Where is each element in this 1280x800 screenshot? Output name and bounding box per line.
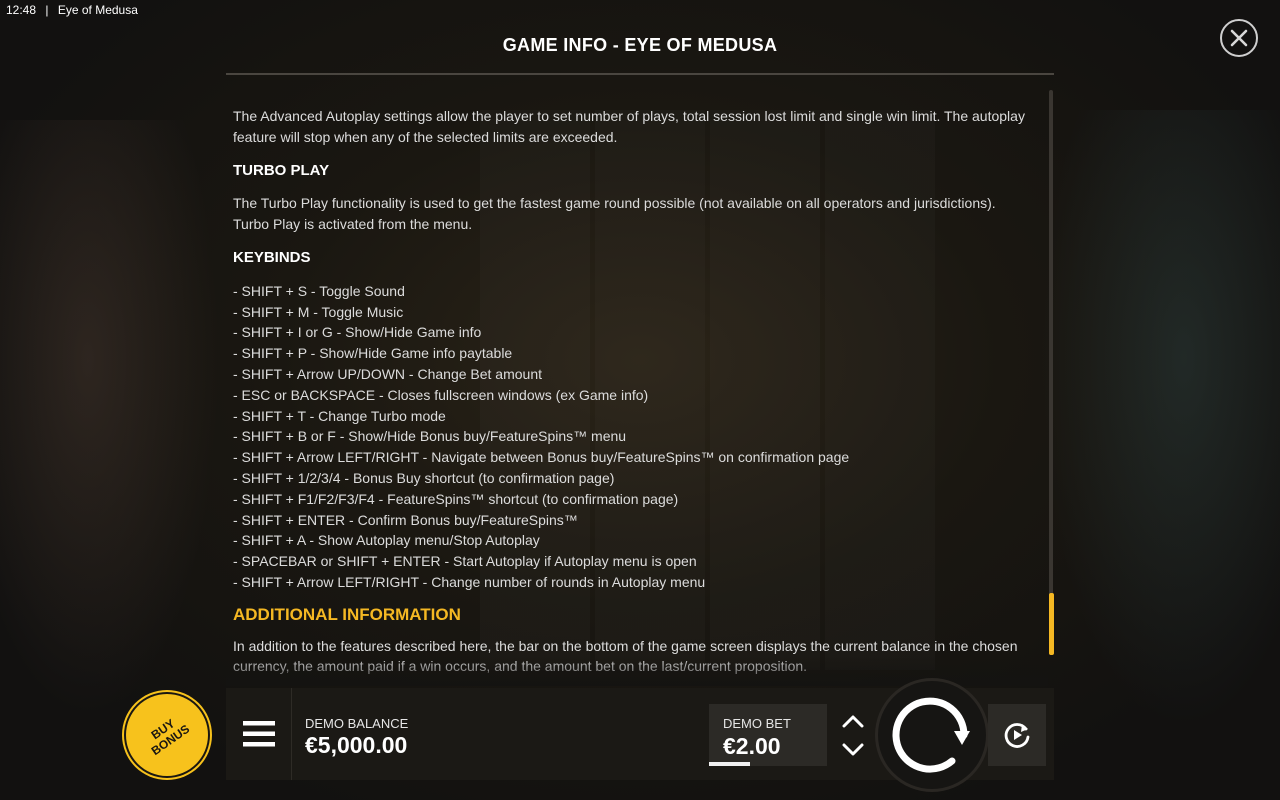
hamburger-menu-icon	[242, 721, 275, 747]
status-time: 12:48	[6, 3, 37, 17]
keybind-item: - SHIFT + S - Toggle Sound	[233, 282, 405, 299]
keybind-item: - SHIFT + Arrow LEFT/RIGHT - Navigate be…	[233, 449, 850, 466]
chevron-up-icon	[842, 715, 864, 728]
autoplay-icon	[1004, 723, 1030, 748]
keybind-item: - SHIFT + Arrow LEFT/RIGHT - Change numb…	[233, 573, 706, 590]
balance-label: DEMO BALANCE	[305, 716, 409, 731]
balance-display: DEMO BALANCE €5,000.00	[305, 716, 408, 758]
bet-value: €2.00	[723, 733, 781, 759]
scrollbar-track[interactable]	[1049, 90, 1053, 655]
keybind-item: - SHIFT + ENTER - Confirm Bonus buy/Feat…	[233, 511, 578, 528]
keybind-item: - SHIFT + P - Show/Hide Game info paytab…	[233, 345, 513, 362]
keybinds-heading: KEYBINDS	[233, 248, 311, 266]
background-figure-left	[0, 120, 220, 720]
status-separator: |	[45, 3, 49, 17]
keybind-item: - SHIFT + 1/2/3/4 - Bonus Buy shortcut (…	[233, 469, 615, 486]
autoplay-paragraph: The Advanced Autoplay settings allow the…	[233, 108, 1025, 145]
status-bar: 12:48 | Eye of Medusa	[6, 3, 144, 17]
close-circle-icon	[1230, 29, 1248, 47]
keybind-item: - SHIFT + A - Show Autoplay menu/Stop Au…	[233, 532, 540, 549]
buy-bonus-label: BUY BONUS	[148, 716, 193, 759]
background-figure-right	[1040, 110, 1280, 730]
close-button[interactable]	[1220, 19, 1258, 57]
keybind-item: - SHIFT + I or G - Show/Hide Game info	[233, 324, 482, 341]
buy-bonus-button[interactable]: BUY BONUS	[126, 694, 208, 776]
spin-button[interactable]	[878, 681, 986, 789]
keybind-item: - SHIFT + M - Toggle Music	[233, 303, 404, 320]
chevron-down-icon	[842, 743, 864, 756]
scrollbar-thumb[interactable]	[1049, 593, 1054, 655]
keybind-item: - SHIFT + B or F - Show/Hide Bonus buy/F…	[233, 428, 627, 445]
bet-level-bar	[709, 762, 751, 766]
keybind-item: - SHIFT + F1/F2/F3/F4 - FeatureSpins™ sh…	[233, 490, 679, 507]
keybind-item: - ESC or BACKSPACE - Closes fullscreen w…	[233, 386, 649, 403]
autoplay-button[interactable]	[988, 704, 1046, 766]
bet-decrease-button[interactable]	[835, 736, 871, 764]
dialog-title: GAME INFO - EYE OF MEDUSA	[502, 35, 778, 55]
bet-increase-button[interactable]	[835, 707, 871, 735]
keybinds-list: - SHIFT + S - Toggle Sound - SHIFT + M -…	[233, 281, 1034, 593]
spin-arrow-icon	[892, 697, 970, 773]
dialog-header: GAME INFO - EYE OF MEDUSA	[226, 20, 1054, 75]
keybind-item: - SPACEBAR or SHIFT + ENTER - Start Auto…	[233, 553, 697, 570]
turbo-heading: TURBO PLAY	[233, 161, 330, 179]
bet-label: DEMO BET	[723, 716, 791, 731]
status-app-title: Eye of Medusa	[57, 3, 138, 17]
menu-button[interactable]	[226, 688, 292, 780]
keybind-item: - SHIFT + Arrow UP/DOWN - Change Bet amo…	[233, 365, 543, 382]
info-content[interactable]: The Advanced Autoplay settings allow the…	[226, 90, 1048, 686]
keybind-item: - SHIFT + T - Change Turbo mode	[233, 407, 446, 424]
additional-info-heading: ADDITIONAL INFORMATION	[233, 604, 461, 624]
turbo-paragraph: The Turbo Play functionality is used to …	[233, 195, 996, 233]
bet-display: DEMO BET €2.00	[709, 704, 827, 766]
balance-value: €5,000.00	[305, 732, 408, 758]
